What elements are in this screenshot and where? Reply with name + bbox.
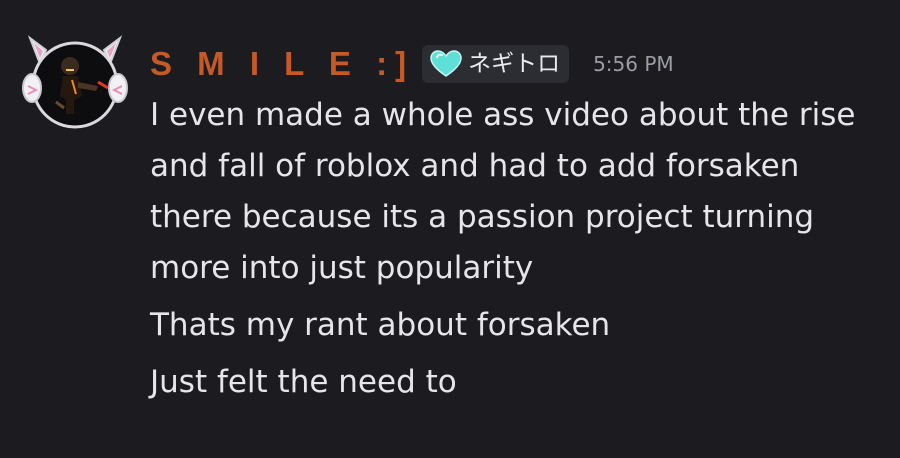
message-line: Just felt the need to <box>150 364 457 400</box>
message-group: S M I L E :] ネギトロ 5:56 PM I even made a … <box>0 0 900 458</box>
message-timestamp[interactable]: 5:56 PM <box>593 42 674 86</box>
teal-heart-icon <box>430 50 462 77</box>
role-name: ネギトロ <box>468 51 561 77</box>
message-header: S M I L E :] ネギトロ 5:56 PM <box>150 42 674 86</box>
message-line: Thats my rant about forsaken <box>150 307 611 343</box>
message-paragraph: I even made a whole ass video about the … <box>150 90 880 294</box>
message-line: more into just popularity <box>150 250 534 286</box>
user-avatar[interactable] <box>16 30 134 130</box>
message-paragraph: Thats my rant about forsaken <box>150 300 880 351</box>
message-line: I even made a whole ass video about the … <box>150 97 856 133</box>
username[interactable]: S M I L E :] <box>150 42 414 86</box>
avatar-image <box>22 35 128 129</box>
message-paragraph: Just felt the need to <box>150 357 880 408</box>
message-line: there because its a passion project turn… <box>150 199 815 235</box>
message-line: and fall of roblox and had to add forsak… <box>150 148 800 184</box>
message-content: I even made a whole ass video about the … <box>150 90 880 408</box>
role-tag[interactable]: ネギトロ <box>422 45 570 83</box>
